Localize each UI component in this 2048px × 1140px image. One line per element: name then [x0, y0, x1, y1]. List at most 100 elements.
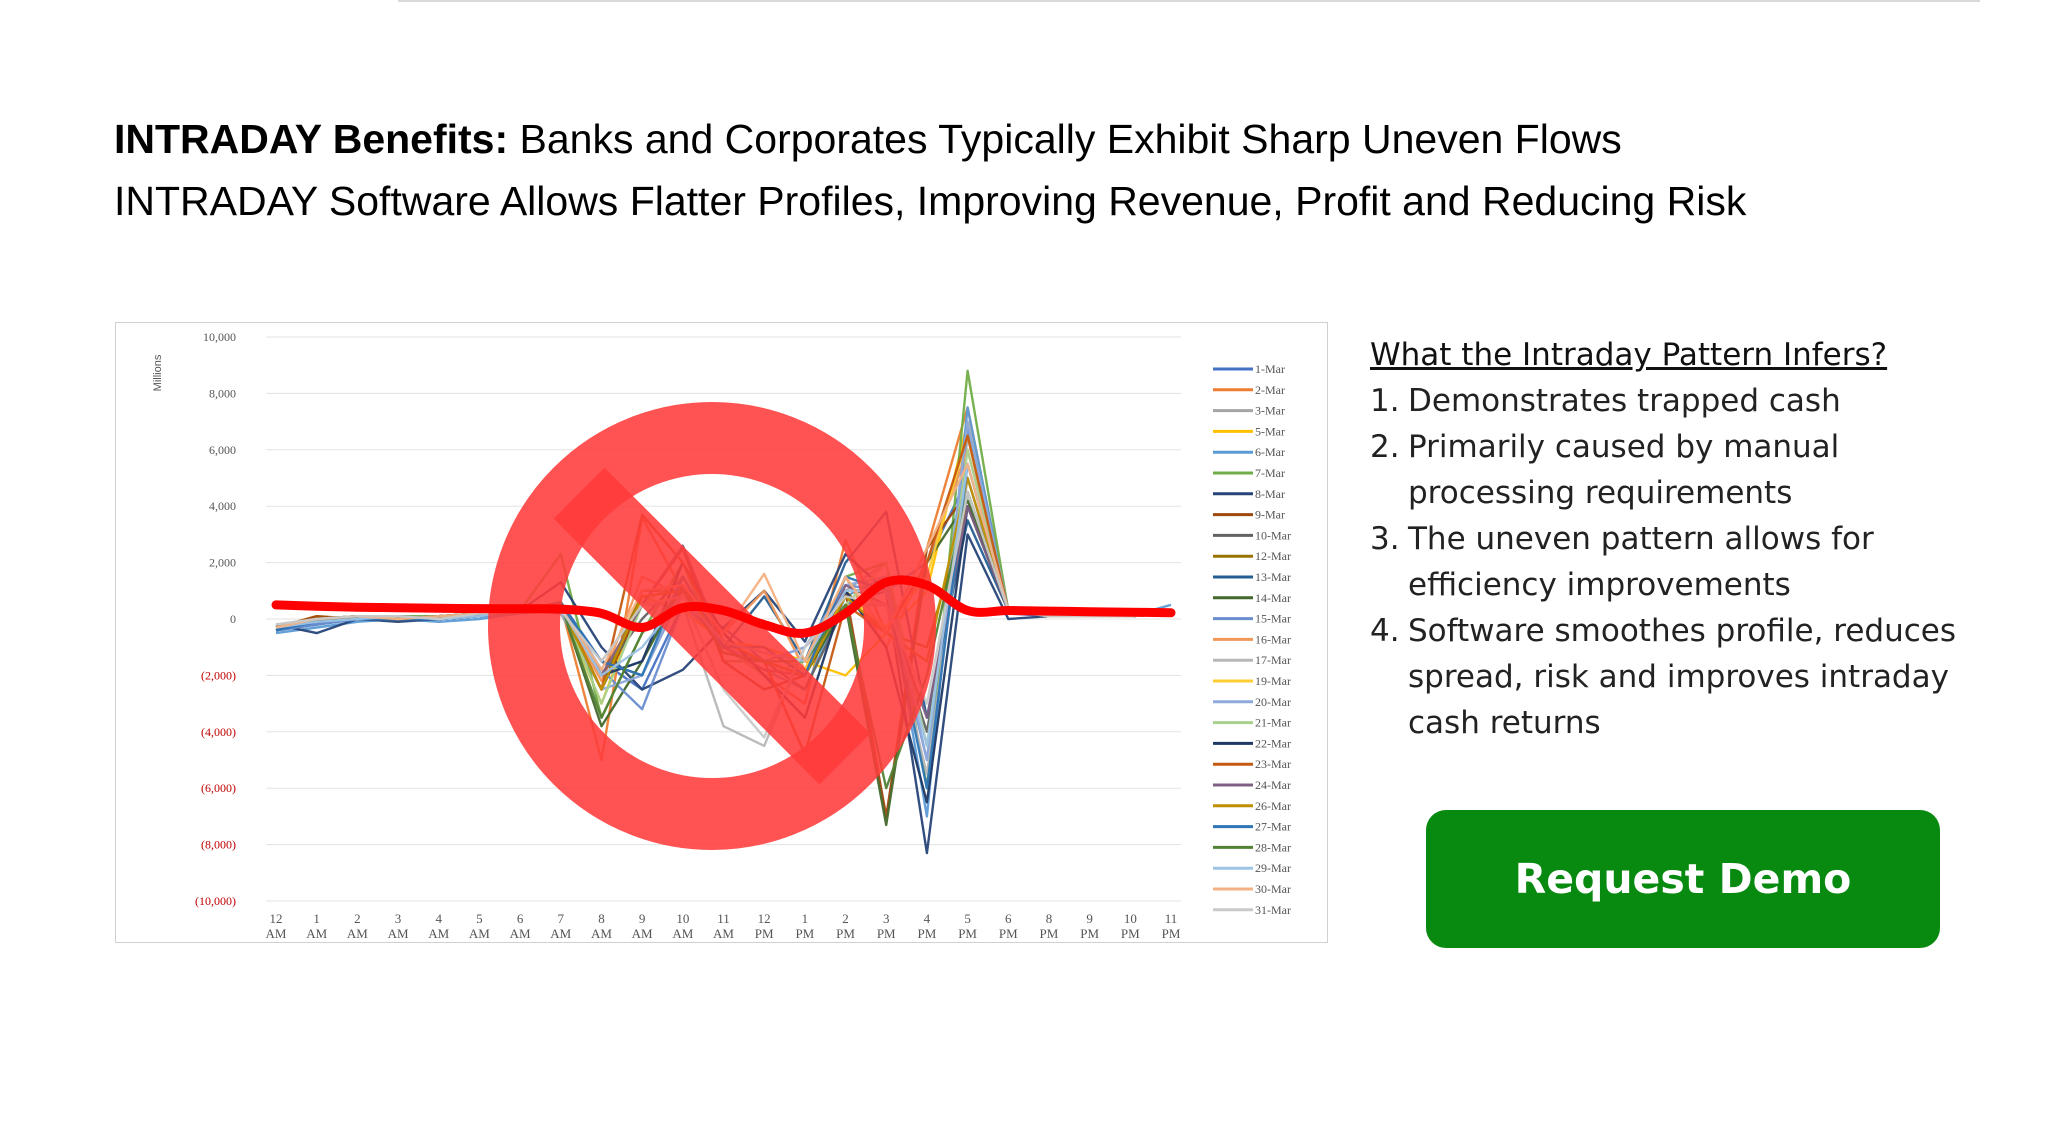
legend-entry: 15-Mar	[1255, 612, 1291, 626]
legend-entry: 7-Mar	[1255, 466, 1285, 480]
x-tick-label: 5	[964, 911, 971, 926]
infer-item: 3. The uneven pattern allows for efficien…	[1370, 516, 2010, 608]
x-tick-label: PM	[999, 926, 1018, 941]
x-tick-label: AM	[632, 926, 653, 941]
x-tick-label: 9	[1086, 911, 1093, 926]
x-tick-label: 10	[676, 911, 689, 926]
x-tick-label: 4	[435, 911, 442, 926]
x-tick-label: AM	[469, 926, 490, 941]
x-tick-label: 5	[476, 911, 483, 926]
legend-entry: 14-Mar	[1255, 591, 1291, 605]
x-tick-label: AM	[713, 926, 734, 941]
x-tick-label: AM	[266, 926, 287, 941]
infer-item-text: Software smoothes profile, reduces sprea…	[1408, 613, 1957, 741]
x-tick-label: 11	[717, 911, 730, 926]
intraday-chart-svg: 10,000 8,000 6,000 4,000 2,000 0 (2,000) (4,000…	[152, 330, 1291, 941]
x-tick-label: 1	[802, 911, 809, 926]
headline: INTRADAY Benefits: Banks and Corporates …	[114, 108, 1994, 232]
x-tick-label: 12	[270, 911, 283, 926]
x-tick-label: PM	[795, 926, 814, 941]
x-tick-label: 6	[517, 911, 524, 926]
request-demo-button[interactable]: Request Demo	[1426, 810, 1940, 948]
y-tick-label: (10,000)	[195, 894, 236, 908]
legend-entry: 1-Mar	[1255, 362, 1285, 376]
x-tick-label: PM	[1162, 926, 1181, 941]
headline-bold: INTRADAY Benefits:	[114, 116, 509, 162]
legend-entry: 20-Mar	[1255, 695, 1291, 709]
x-tick-label: 11	[1165, 911, 1178, 926]
x-tick-label: PM	[1040, 926, 1059, 941]
x-tick-label: AM	[550, 926, 571, 941]
x-tick-label: PM	[958, 926, 977, 941]
legend-entry: 19-Mar	[1255, 674, 1291, 688]
legend-entry: 21-Mar	[1255, 716, 1291, 730]
x-tick-label: 2	[842, 911, 849, 926]
intraday-chart: 10,000 8,000 6,000 4,000 2,000 0 (2,000) (4,000…	[115, 322, 1328, 943]
x-tick-label: PM	[836, 926, 855, 941]
x-tick-label: AM	[306, 926, 327, 941]
infer-item-num: 1.	[1370, 383, 1400, 419]
infer-item-num: 2.	[1370, 429, 1400, 465]
x-tick-label: 9	[639, 911, 646, 926]
legend-entry: 13-Mar	[1255, 570, 1291, 584]
legend-entry: 30-Mar	[1255, 882, 1291, 896]
infer-item-text: Demonstrates trapped cash	[1408, 383, 1841, 419]
legend-entry: 10-Mar	[1255, 528, 1291, 542]
y-tick-label: 10,000	[203, 330, 236, 344]
x-tick-label: 1	[313, 911, 320, 926]
headline-line-1-text: Banks and Corporates Typically Exhibit S…	[508, 116, 1622, 162]
x-tick-label: PM	[877, 926, 896, 941]
y-tick-label: 2,000	[209, 556, 236, 570]
y-tick-label: (2,000)	[201, 668, 236, 682]
legend-entry: 9-Mar	[1255, 508, 1285, 522]
x-tick-label: 7	[558, 911, 565, 926]
x-tick-label: AM	[591, 926, 612, 941]
top-rule	[398, 0, 1980, 2]
infer-item-text: Primarily caused by manual processing re…	[1408, 429, 1840, 511]
infer-item: 2. Primarily caused by manual processing …	[1370, 424, 2010, 516]
infer-item: 4. Software smoothes profile, reduces spr…	[1370, 608, 2010, 746]
y-tick-label: (8,000)	[201, 838, 236, 852]
y-tick-label: (4,000)	[201, 725, 236, 739]
legend-entry: 17-Mar	[1255, 653, 1291, 667]
x-tick-label: AM	[388, 926, 409, 941]
infer-panel: What the Intraday Pattern Infers? 1. Demo…	[1370, 332, 2010, 746]
headline-line-2: INTRADAY Software Allows Flatter Profile…	[114, 178, 1747, 224]
x-tick-label: 8	[1046, 911, 1053, 926]
legend-entry: 22-Mar	[1255, 736, 1291, 750]
x-tick-label: PM	[1121, 926, 1140, 941]
x-tick-label: 4	[924, 911, 931, 926]
x-tick-label: 6	[1005, 911, 1012, 926]
legend-entry: 2-Mar	[1255, 383, 1285, 397]
legend-entry: 26-Mar	[1255, 799, 1291, 813]
legend-entry: 3-Mar	[1255, 404, 1285, 418]
legend-entry: 5-Mar	[1255, 424, 1285, 438]
legend-entry: 12-Mar	[1255, 549, 1291, 563]
y-tick-label: 6,000	[209, 443, 236, 457]
y-axis-label: Millions	[152, 354, 164, 391]
headline-line-1: INTRADAY Benefits: Banks and Corporates …	[114, 108, 1994, 170]
x-tick-label: AM	[672, 926, 693, 941]
infer-item-text: The uneven pattern allows for efficiency…	[1408, 521, 1874, 603]
x-tick-label: 12	[758, 911, 771, 926]
x-tick-label: PM	[755, 926, 774, 941]
y-tick-label: (6,000)	[201, 781, 236, 795]
x-tick-label: PM	[918, 926, 937, 941]
legend-entry: 23-Mar	[1255, 757, 1291, 771]
legend-entry: 16-Mar	[1255, 632, 1291, 646]
x-tick-label: 3	[395, 911, 402, 926]
x-tick-label: PM	[1080, 926, 1099, 941]
infer-item-num: 4.	[1370, 613, 1400, 649]
legend-entry: 24-Mar	[1255, 778, 1291, 792]
infer-list: 1. Demonstrates trapped cash 2. Primarily …	[1370, 378, 2010, 746]
infer-item-num: 3.	[1370, 521, 1400, 557]
legend-entry: 27-Mar	[1255, 820, 1291, 834]
x-tick-label: 10	[1124, 911, 1137, 926]
legend-entry: 31-Mar	[1255, 903, 1291, 917]
x-tick-label: 8	[598, 911, 605, 926]
infer-title: What the Intraday Pattern Infers?	[1370, 337, 1888, 373]
y-tick-label: 0	[230, 612, 236, 626]
legend-entry: 29-Mar	[1255, 861, 1291, 875]
y-tick-label: 8,000	[209, 386, 236, 400]
x-tick-label: 2	[354, 911, 361, 926]
